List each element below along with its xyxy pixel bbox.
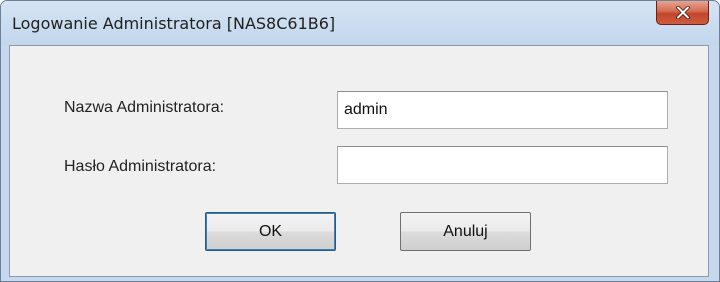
dialog-body: Nazwa Administratora: Hasło Administrato… bbox=[9, 45, 709, 277]
username-label: Nazwa Administratora: bbox=[64, 99, 225, 116]
title-bar[interactable]: Logowanie Administratora [NAS8C61B6] bbox=[1, 1, 719, 45]
cancel-button[interactable]: Anuluj bbox=[400, 212, 531, 251]
window-title: Logowanie Administratora [NAS8C61B6] bbox=[12, 14, 336, 33]
login-dialog: Logowanie Administratora [NAS8C61B6] Naz… bbox=[0, 0, 720, 282]
username-input[interactable] bbox=[337, 91, 668, 129]
password-input[interactable] bbox=[337, 146, 668, 184]
close-button[interactable] bbox=[656, 1, 709, 25]
ok-button[interactable]: OK bbox=[205, 212, 336, 251]
password-label: Hasło Administratora: bbox=[64, 158, 217, 175]
close-x-icon bbox=[675, 6, 690, 19]
